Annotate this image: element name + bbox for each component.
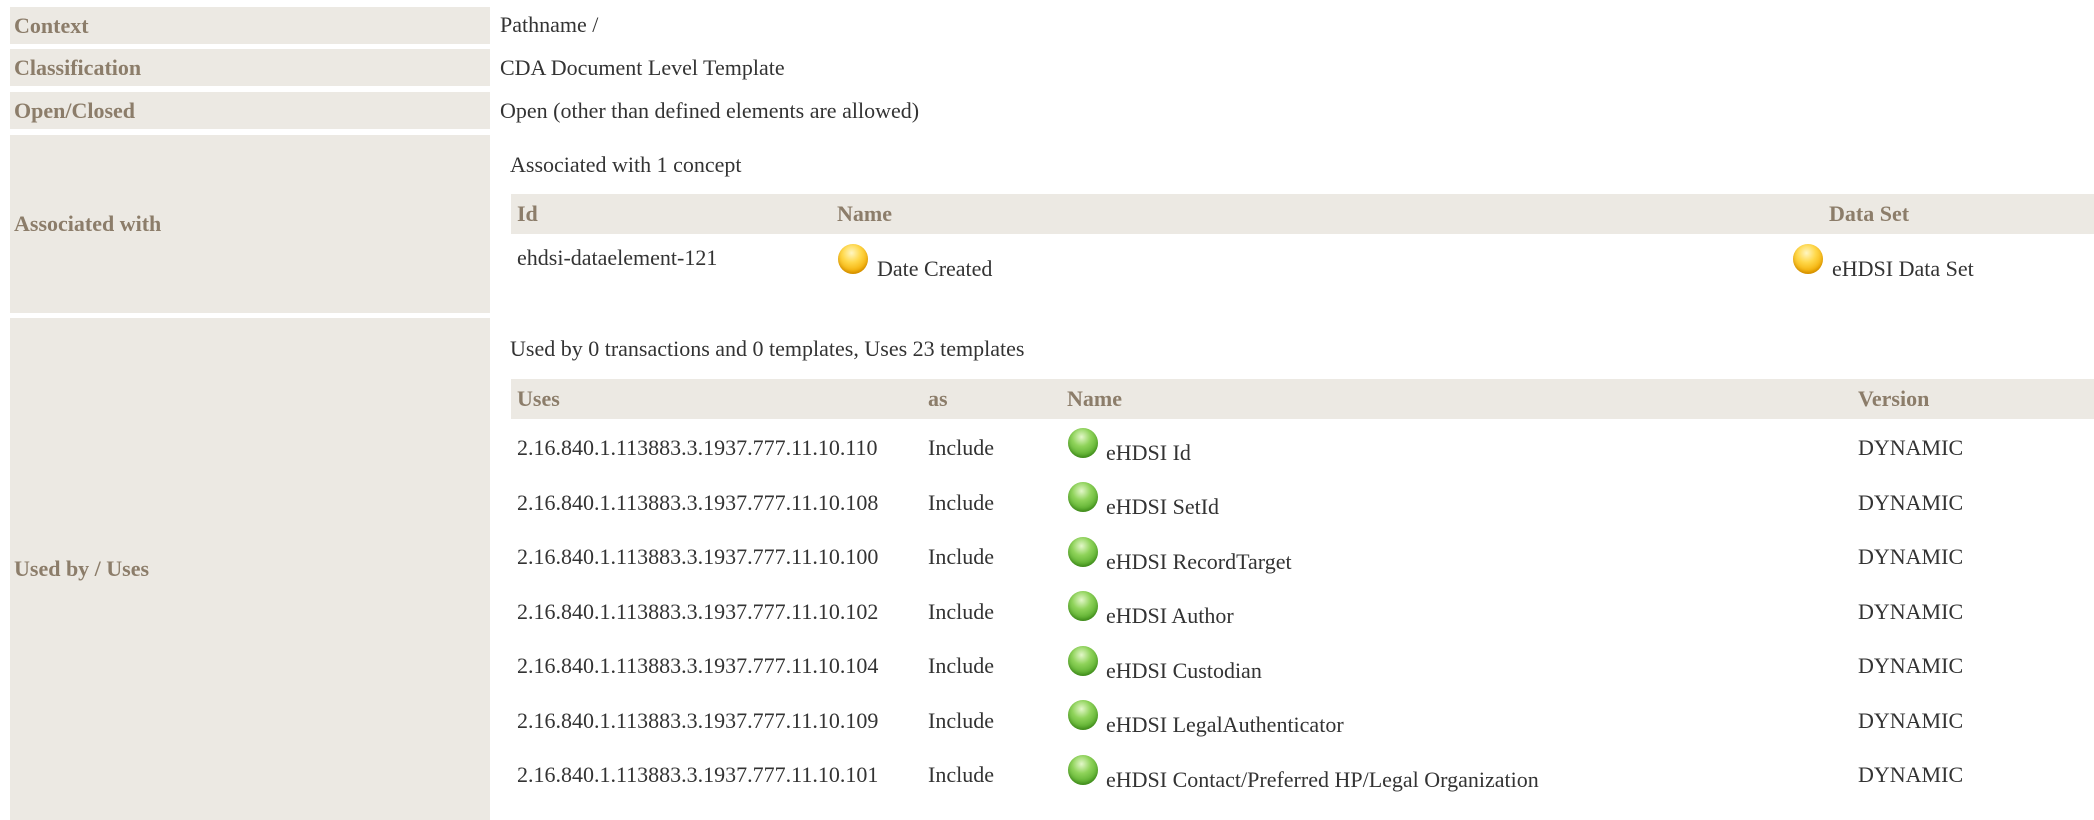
uses-version: DYNAMIC (1858, 762, 1964, 787)
concept-table-header: Id Name Data Set (511, 194, 2094, 234)
green-circle-icon (1068, 700, 1098, 730)
uses-name[interactable]: eHDSI SetId (1106, 494, 1219, 520)
yellow-circle-icon (838, 244, 868, 274)
uses-as: Include (928, 490, 994, 515)
uses-col-name: Name (1067, 386, 1122, 411)
green-circle-icon (1068, 591, 1098, 621)
uses-table-header: Uses as Name Version (511, 379, 2094, 419)
uses-as: Include (928, 762, 994, 787)
uses-col-uses: Uses (517, 386, 560, 411)
uses-col-as: as (928, 386, 948, 411)
open-closed-value: Open (other than defined elements are al… (500, 98, 920, 123)
yellow-circle-icon (1793, 244, 1823, 274)
uses-name[interactable]: eHDSI Custodian (1106, 658, 1262, 684)
concept-col-dataset: Data Set (1829, 201, 1910, 226)
concept-dataset[interactable]: eHDSI Data Set (1832, 256, 1974, 282)
used-by-summary: Used by 0 transactions and 0 templates, … (510, 336, 1025, 361)
uses-name[interactable]: eHDSI RecordTarget (1106, 549, 1292, 575)
green-circle-icon (1068, 428, 1098, 458)
uses-name[interactable]: eHDSI Contact/Preferred HP/Legal Organiz… (1106, 767, 1539, 793)
uses-oid[interactable]: 2.16.840.1.113883.3.1937.777.11.10.108 (517, 490, 878, 516)
uses-col-version: Version (1858, 386, 1930, 411)
green-circle-icon (1068, 646, 1098, 676)
uses-as: Include (928, 653, 994, 678)
used-by-uses-label: Used by / Uses (10, 318, 490, 820)
context-label: Context (10, 7, 490, 44)
uses-oid[interactable]: 2.16.840.1.113883.3.1937.777.11.10.101 (517, 762, 878, 788)
uses-version: DYNAMIC (1858, 708, 1964, 733)
uses-version: DYNAMIC (1858, 544, 1964, 569)
uses-as: Include (928, 599, 994, 624)
associated-with-summary: Associated with 1 concept (510, 152, 742, 177)
uses-name[interactable]: eHDSI Author (1106, 603, 1234, 629)
uses-as: Include (928, 544, 994, 569)
uses-oid[interactable]: 2.16.840.1.113883.3.1937.777.11.10.104 (517, 653, 878, 679)
concept-col-name: Name (837, 201, 892, 226)
uses-oid[interactable]: 2.16.840.1.113883.3.1937.777.11.10.110 (517, 435, 878, 461)
uses-as: Include (928, 435, 994, 460)
uses-version: DYNAMIC (1858, 435, 1964, 460)
green-circle-icon (1068, 482, 1098, 512)
classification-label: Classification (10, 49, 490, 86)
classification-value: CDA Document Level Template (500, 55, 785, 80)
uses-version: DYNAMIC (1858, 490, 1964, 515)
concept-col-id: Id (517, 201, 538, 226)
concept-name[interactable]: Date Created (877, 256, 992, 282)
uses-version: DYNAMIC (1858, 599, 1964, 624)
open-closed-label: Open/Closed (10, 92, 490, 129)
uses-as: Include (928, 708, 994, 733)
green-circle-icon (1068, 537, 1098, 567)
uses-version: DYNAMIC (1858, 653, 1964, 678)
uses-oid[interactable]: 2.16.840.1.113883.3.1937.777.11.10.102 (517, 599, 878, 625)
uses-name[interactable]: eHDSI LegalAuthenticator (1106, 712, 1344, 738)
uses-name[interactable]: eHDSI Id (1106, 440, 1191, 466)
uses-oid[interactable]: 2.16.840.1.113883.3.1937.777.11.10.100 (517, 544, 878, 570)
green-circle-icon (1068, 755, 1098, 785)
uses-oid[interactable]: 2.16.840.1.113883.3.1937.777.11.10.109 (517, 708, 878, 734)
context-value: Pathname / (500, 12, 599, 37)
concept-id[interactable]: ehdsi-dataelement-121 (517, 245, 717, 271)
associated-with-label: Associated with (10, 135, 490, 313)
